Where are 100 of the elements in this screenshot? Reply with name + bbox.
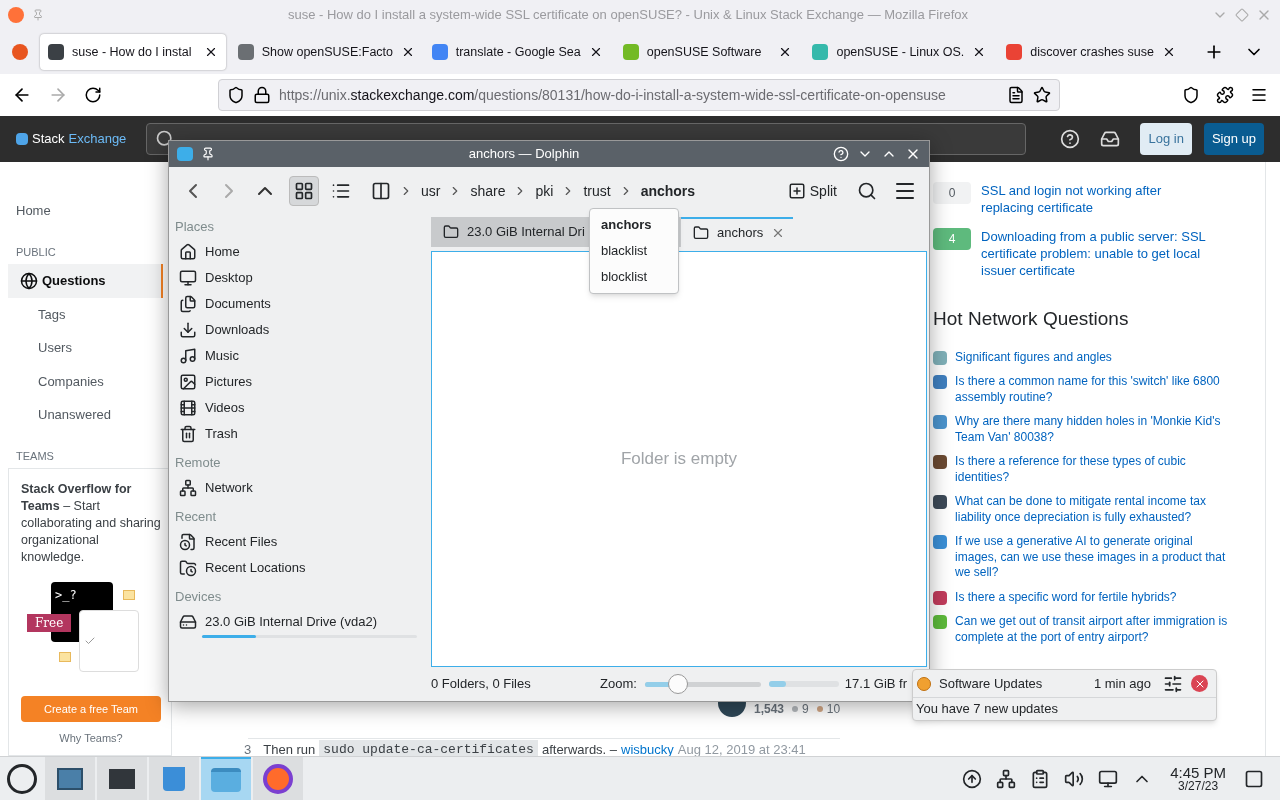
nav-item[interactable]: Unanswered	[0, 398, 171, 432]
nav-item[interactable]: Tags	[0, 297, 171, 332]
pin-icon[interactable]	[201, 147, 215, 161]
breadcrumb-item[interactable]: usr	[421, 180, 441, 202]
hot-question-link[interactable]: What can be done to mitigate rental income tax liability once depreciation is fully exhausted?	[955, 494, 1231, 525]
split-icon	[787, 182, 806, 200]
nav-item[interactable]: Users	[0, 331, 171, 365]
related-question-link[interactable]: Downloading from a public server: SSL certificate problem: unable to get local issuer certificate	[981, 228, 1212, 279]
browser-tab[interactable]: Show openSUSE:Facto	[229, 34, 420, 70]
bookmark-icon[interactable]	[1033, 86, 1051, 104]
browser-tab[interactable]: discover crashes suse	[998, 34, 1184, 70]
chat-icon	[123, 590, 135, 601]
places-item[interactable]: Downloads	[175, 317, 425, 343]
tab-title: Show openSUSE:Facto	[261, 43, 393, 61]
taskbar-button[interactable]	[97, 756, 147, 800]
places-item[interactable]: Trash	[175, 421, 425, 447]
comment-author[interactable]: wisbucky	[621, 739, 674, 756]
icons-view-button[interactable]	[289, 176, 319, 206]
places-heading: Places	[175, 218, 216, 237]
columns-view-icon[interactable]	[371, 181, 391, 201]
folder-clock-icon	[179, 559, 197, 577]
volume-icon[interactable]	[1064, 768, 1085, 789]
places-item[interactable]: Recent Locations	[175, 555, 425, 581]
monitor-icon	[57, 767, 83, 790]
places-item[interactable]: Music	[175, 343, 425, 369]
connect-icon[interactable]	[996, 768, 1017, 789]
site-logo[interactable]: Stack Exchange	[16, 129, 127, 149]
menu-item[interactable]: blocklist	[590, 264, 678, 290]
section-title: Hot Network Questions	[933, 307, 1130, 331]
chat-icon	[59, 652, 71, 663]
close-icon[interactable]	[401, 45, 415, 59]
why-teams-link[interactable]: Why Teams?	[21, 730, 161, 747]
browser-tab[interactable]: openSUSE Software	[614, 34, 801, 70]
reader-view-icon[interactable]	[1007, 86, 1025, 104]
hot-question-link[interactable]: Is there a reference for these types of cubic identities?	[955, 454, 1231, 485]
clock-time[interactable]: 4:45 PM	[1170, 765, 1226, 780]
nav-heading: PUBLIC	[15, 244, 57, 260]
reload-icon[interactable]	[84, 86, 102, 104]
places-item[interactable]: Network	[175, 475, 425, 501]
search-icon[interactable]	[857, 181, 877, 201]
nav-item[interactable]: Companies	[0, 364, 171, 399]
tab-title: suse - How do I instal	[72, 43, 193, 61]
taskbar-button[interactable]	[253, 756, 303, 800]
vote-count: 4	[933, 228, 972, 250]
drive-icon	[179, 613, 197, 631]
update-icon[interactable]	[962, 768, 983, 789]
hot-question-link[interactable]: Significant figures and angles	[955, 349, 1231, 365]
window-title: anchors — Dolphin	[467, 145, 581, 164]
clipboard-icon[interactable]	[1030, 768, 1051, 789]
hot-question-link[interactable]: Can we get out of transit airport after immigration is complete at the port of entry airport?	[955, 614, 1231, 645]
close-icon[interactable]	[1162, 45, 1176, 59]
address-bar[interactable]: https://unix.stackexchange.com/questions/80131/how-do-i-install-a-system-wide-ssl-certificate-on-opensuse	[218, 79, 1060, 111]
nav-item[interactable]: Questions	[8, 264, 163, 298]
breadcrumb-item[interactable]: share	[470, 180, 506, 202]
tab-title: discover crashes suse	[1030, 43, 1154, 61]
close-button[interactable]	[1191, 675, 1208, 692]
desktop-icon	[179, 269, 197, 287]
pin-icon	[32, 9, 44, 21]
places-item[interactable]: Videos	[175, 395, 425, 421]
places-item[interactable]: Desktop	[175, 265, 425, 291]
breadcrumb-item[interactable]: trust	[583, 180, 611, 202]
clock-date: 3/27/23	[1178, 780, 1219, 792]
comment-score: 3	[244, 740, 252, 756]
menu-icon[interactable]	[1250, 86, 1268, 104]
free-space-text: 17.1 GiB fr	[844, 675, 907, 694]
shield-icon	[227, 86, 245, 104]
hot-question-link[interactable]: Is there a common name for this 'switch' like 6800 assembly routine?	[955, 374, 1231, 405]
taskbar-button[interactable]	[45, 756, 95, 800]
zoom-slider[interactable]	[644, 673, 761, 695]
browser-tab[interactable]: translate - Google Sea	[423, 34, 611, 70]
hot-question-link[interactable]: If we use a generative AI to generate original images, can we use these images in a product that we sell?	[955, 534, 1231, 581]
update-icon	[917, 676, 931, 691]
show-desktop-icon[interactable]	[1244, 768, 1264, 789]
extensions-icon[interactable]	[1216, 86, 1234, 104]
split-button[interactable]: Split	[787, 180, 837, 202]
places-item[interactable]: 23.0 GiB Internal Drive (vda2)	[175, 609, 425, 635]
status-text: 0 Folders, 0 Files	[431, 675, 531, 694]
related-question-link[interactable]: SSL and login not working after replacing certificate	[981, 182, 1212, 216]
breadcrumb-item[interactable]: pki	[535, 180, 554, 202]
details-view-icon[interactable]	[331, 181, 351, 201]
places-item[interactable]: Recent Files	[175, 529, 425, 555]
login-button[interactable]: Log in	[1140, 123, 1192, 155]
hot-question-link[interactable]: Why are there many hidden holes in 'Monkie Kid's Team Van' 80038?	[955, 414, 1231, 445]
browser-tab[interactable]: suse - How do I instal	[40, 34, 226, 70]
inbox-icon[interactable]	[1100, 129, 1121, 149]
terminal-icon	[109, 768, 135, 789]
places-item[interactable]: Home	[175, 239, 425, 265]
breadcrumb-item[interactable]: anchors	[640, 180, 696, 202]
badge-count: 10	[816, 700, 841, 718]
hot-question-link[interactable]: Is there a specific word for fertile hybrids?	[955, 589, 1231, 605]
nav-item[interactable]: Home	[0, 194, 171, 228]
configure-icon[interactable]	[1163, 673, 1183, 694]
help-icon[interactable]	[1060, 129, 1081, 149]
slider-thumb[interactable]	[668, 674, 689, 694]
url-text: https://unix.stackexchange.com/questions/80131/how-do-i-install-a-system-wide-ssl-certificate-on-opensuse	[279, 85, 947, 105]
places-item[interactable]: Pictures	[175, 369, 425, 395]
browser-tab[interactable]: openSUSE - Linux OS.	[804, 34, 995, 70]
places-item[interactable]: Documents	[175, 291, 425, 317]
folder-icon	[693, 225, 709, 241]
signup-button[interactable]: Sign up	[1203, 123, 1264, 155]
